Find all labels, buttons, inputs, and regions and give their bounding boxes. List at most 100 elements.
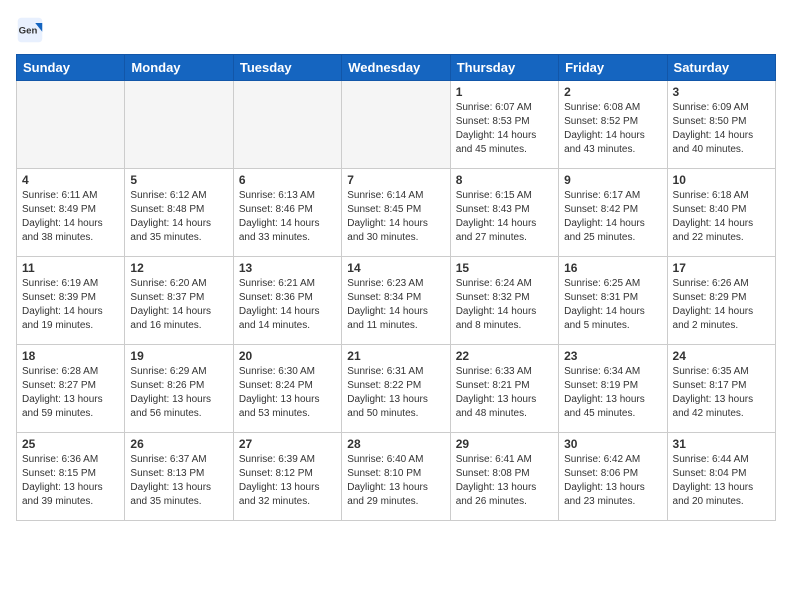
day-info: Sunrise: 6:21 AM Sunset: 8:36 PM Dayligh… bbox=[239, 277, 336, 333]
day-info: Sunrise: 6:14 AM Sunset: 8:45 PM Dayligh… bbox=[347, 189, 444, 245]
weekday-header-row: SundayMondayTuesdayWednesdayThursdayFrid… bbox=[17, 55, 776, 81]
day-number: 8 bbox=[456, 173, 553, 187]
calendar-week-3: 11 Sunrise: 6:19 AM Sunset: 8:39 PM Dayli… bbox=[17, 257, 776, 345]
day-number: 11 bbox=[22, 261, 119, 275]
calendar-cell-6: 6 Sunrise: 6:13 AM Sunset: 8:46 PM Daylig… bbox=[233, 169, 341, 257]
calendar-cell-15: 15 Sunrise: 6:24 AM Sunset: 8:32 PM Dayli… bbox=[450, 257, 558, 345]
calendar-cell-empty bbox=[17, 81, 125, 169]
calendar-cell-1: 1 Sunrise: 6:07 AM Sunset: 8:53 PM Daylig… bbox=[450, 81, 558, 169]
calendar-cell-2: 2Sunrise: 6:08 AM Sunset: 8:52 PM Daylig… bbox=[559, 81, 667, 169]
weekday-header-tuesday: Tuesday bbox=[233, 55, 341, 81]
page: Gen SundayMondayTuesdayWednesdayThursday… bbox=[0, 0, 792, 533]
calendar-cell-empty bbox=[233, 81, 341, 169]
day-info: Sunrise: 6:40 AM Sunset: 8:10 PM Dayligh… bbox=[347, 453, 444, 509]
calendar-cell-14: 14Sunrise: 6:23 AM Sunset: 8:34 PM Dayli… bbox=[342, 257, 450, 345]
day-number: 24 bbox=[673, 349, 770, 363]
calendar-cell-25: 25Sunrise: 6:36 AM Sunset: 8:15 PM Dayli… bbox=[17, 433, 125, 521]
generalblue-logo-icon: Gen bbox=[16, 16, 44, 44]
logo: Gen bbox=[16, 16, 48, 44]
day-info: Sunrise: 6:29 AM Sunset: 8:26 PM Dayligh… bbox=[130, 365, 227, 421]
day-number: 15 bbox=[456, 261, 553, 275]
day-number: 22 bbox=[456, 349, 553, 363]
day-info: Sunrise: 6:42 AM Sunset: 8:06 PM Dayligh… bbox=[564, 453, 661, 509]
calendar-cell-9: 9 Sunrise: 6:17 AM Sunset: 8:42 PM Daylig… bbox=[559, 169, 667, 257]
calendar-cell-17: 17 Sunrise: 6:26 AM Sunset: 8:29 PM Dayli… bbox=[667, 257, 775, 345]
day-number: 29 bbox=[456, 437, 553, 451]
calendar-cell-11: 11 Sunrise: 6:19 AM Sunset: 8:39 PM Dayli… bbox=[17, 257, 125, 345]
calendar-cell-22: 22 Sunrise: 6:33 AM Sunset: 8:21 PM Dayli… bbox=[450, 345, 558, 433]
day-number: 18 bbox=[22, 349, 119, 363]
calendar-cell-19: 19Sunrise: 6:29 AM Sunset: 8:26 PM Dayli… bbox=[125, 345, 233, 433]
day-info: Sunrise: 6:31 AM Sunset: 8:22 PM Dayligh… bbox=[347, 365, 444, 421]
day-number: 17 bbox=[673, 261, 770, 275]
day-info: Sunrise: 6:17 AM Sunset: 8:42 PM Dayligh… bbox=[564, 189, 661, 245]
day-info: Sunrise: 6:24 AM Sunset: 8:32 PM Dayligh… bbox=[456, 277, 553, 333]
calendar-week-2: 4Sunrise: 6:11 AM Sunset: 8:49 PM Daylig… bbox=[17, 169, 776, 257]
day-number: 3 bbox=[673, 85, 770, 99]
calendar-cell-21: 21 Sunrise: 6:31 AM Sunset: 8:22 PM Dayli… bbox=[342, 345, 450, 433]
calendar-cell-30: 30 Sunrise: 6:42 AM Sunset: 8:06 PM Dayli… bbox=[559, 433, 667, 521]
day-info: Sunrise: 6:39 AM Sunset: 8:12 PM Dayligh… bbox=[239, 453, 336, 509]
day-info: Sunrise: 6:11 AM Sunset: 8:49 PM Dayligh… bbox=[22, 189, 119, 245]
calendar-cell-4: 4Sunrise: 6:11 AM Sunset: 8:49 PM Daylig… bbox=[17, 169, 125, 257]
day-info: Sunrise: 6:33 AM Sunset: 8:21 PM Dayligh… bbox=[456, 365, 553, 421]
weekday-header-saturday: Saturday bbox=[667, 55, 775, 81]
day-info: Sunrise: 6:41 AM Sunset: 8:08 PM Dayligh… bbox=[456, 453, 553, 509]
weekday-header-wednesday: Wednesday bbox=[342, 55, 450, 81]
day-number: 13 bbox=[239, 261, 336, 275]
weekday-header-sunday: Sunday bbox=[17, 55, 125, 81]
calendar-cell-20: 20 Sunrise: 6:30 AM Sunset: 8:24 PM Dayli… bbox=[233, 345, 341, 433]
day-info: Sunrise: 6:26 AM Sunset: 8:29 PM Dayligh… bbox=[673, 277, 770, 333]
calendar-cell-26: 26 Sunrise: 6:37 AM Sunset: 8:13 PM Dayli… bbox=[125, 433, 233, 521]
day-number: 5 bbox=[130, 173, 227, 187]
calendar-cell-16: 16 Sunrise: 6:25 AM Sunset: 8:31 PM Dayli… bbox=[559, 257, 667, 345]
day-info: Sunrise: 6:37 AM Sunset: 8:13 PM Dayligh… bbox=[130, 453, 227, 509]
calendar-cell-13: 13 Sunrise: 6:21 AM Sunset: 8:36 PM Dayli… bbox=[233, 257, 341, 345]
day-number: 6 bbox=[239, 173, 336, 187]
day-number: 31 bbox=[673, 437, 770, 451]
day-number: 26 bbox=[130, 437, 227, 451]
calendar-cell-23: 23Sunrise: 6:34 AM Sunset: 8:19 PM Dayli… bbox=[559, 345, 667, 433]
day-info: Sunrise: 6:25 AM Sunset: 8:31 PM Dayligh… bbox=[564, 277, 661, 333]
calendar-cell-8: 8 Sunrise: 6:15 AM Sunset: 8:43 PM Daylig… bbox=[450, 169, 558, 257]
day-number: 10 bbox=[673, 173, 770, 187]
day-number: 28 bbox=[347, 437, 444, 451]
day-info: Sunrise: 6:15 AM Sunset: 8:43 PM Dayligh… bbox=[456, 189, 553, 245]
svg-text:Gen: Gen bbox=[19, 26, 38, 37]
calendar-cell-24: 24Sunrise: 6:35 AM Sunset: 8:17 PM Dayli… bbox=[667, 345, 775, 433]
calendar-cell-29: 29 Sunrise: 6:41 AM Sunset: 8:08 PM Dayli… bbox=[450, 433, 558, 521]
day-info: Sunrise: 6:08 AM Sunset: 8:52 PM Dayligh… bbox=[564, 101, 661, 157]
calendar-cell-28: 28 Sunrise: 6:40 AM Sunset: 8:10 PM Dayli… bbox=[342, 433, 450, 521]
weekday-header-thursday: Thursday bbox=[450, 55, 558, 81]
calendar-cell-12: 12Sunrise: 6:20 AM Sunset: 8:37 PM Dayli… bbox=[125, 257, 233, 345]
day-number: 23 bbox=[564, 349, 661, 363]
calendar-cell-empty bbox=[342, 81, 450, 169]
day-number: 21 bbox=[347, 349, 444, 363]
weekday-header-monday: Monday bbox=[125, 55, 233, 81]
day-info: Sunrise: 6:09 AM Sunset: 8:50 PM Dayligh… bbox=[673, 101, 770, 157]
day-number: 12 bbox=[130, 261, 227, 275]
day-number: 9 bbox=[564, 173, 661, 187]
day-info: Sunrise: 6:07 AM Sunset: 8:53 PM Dayligh… bbox=[456, 101, 553, 157]
calendar-cell-7: 7 Sunrise: 6:14 AM Sunset: 8:45 PM Daylig… bbox=[342, 169, 450, 257]
header: Gen bbox=[16, 16, 776, 44]
calendar-cell-5: 5Sunrise: 6:12 AM Sunset: 8:48 PM Daylig… bbox=[125, 169, 233, 257]
calendar-cell-18: 18Sunrise: 6:28 AM Sunset: 8:27 PM Dayli… bbox=[17, 345, 125, 433]
day-number: 1 bbox=[456, 85, 553, 99]
day-number: 16 bbox=[564, 261, 661, 275]
calendar-week-5: 25Sunrise: 6:36 AM Sunset: 8:15 PM Dayli… bbox=[17, 433, 776, 521]
day-number: 20 bbox=[239, 349, 336, 363]
day-info: Sunrise: 6:13 AM Sunset: 8:46 PM Dayligh… bbox=[239, 189, 336, 245]
calendar-cell-10: 10Sunrise: 6:18 AM Sunset: 8:40 PM Dayli… bbox=[667, 169, 775, 257]
day-info: Sunrise: 6:19 AM Sunset: 8:39 PM Dayligh… bbox=[22, 277, 119, 333]
calendar-week-4: 18Sunrise: 6:28 AM Sunset: 8:27 PM Dayli… bbox=[17, 345, 776, 433]
calendar-cell-27: 27 Sunrise: 6:39 AM Sunset: 8:12 PM Dayli… bbox=[233, 433, 341, 521]
day-number: 7 bbox=[347, 173, 444, 187]
calendar-cell-31: 31Sunrise: 6:44 AM Sunset: 8:04 PM Dayli… bbox=[667, 433, 775, 521]
day-info: Sunrise: 6:30 AM Sunset: 8:24 PM Dayligh… bbox=[239, 365, 336, 421]
day-info: Sunrise: 6:36 AM Sunset: 8:15 PM Dayligh… bbox=[22, 453, 119, 509]
day-number: 27 bbox=[239, 437, 336, 451]
day-info: Sunrise: 6:23 AM Sunset: 8:34 PM Dayligh… bbox=[347, 277, 444, 333]
day-number: 30 bbox=[564, 437, 661, 451]
calendar-table: SundayMondayTuesdayWednesdayThursdayFrid… bbox=[16, 54, 776, 521]
